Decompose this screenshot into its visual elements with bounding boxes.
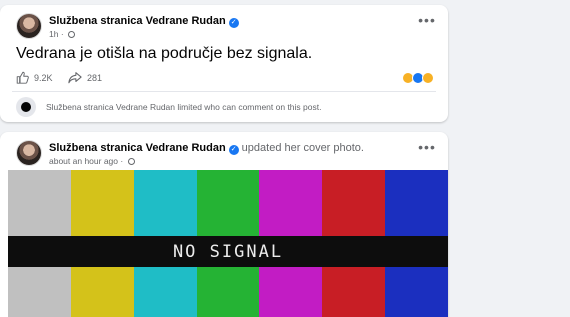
globe-icon — [127, 158, 135, 165]
post-header: Službena stranica Vedrane Rudan ✓ — [49, 15, 239, 28]
like-count-button[interactable]: 9.2K — [16, 71, 53, 84]
like-count: 9.2K — [34, 72, 53, 83]
more-options-icon[interactable]: ••• — [418, 140, 436, 156]
divider — [12, 91, 436, 92]
reaction-summary[interactable] — [402, 71, 438, 85]
verified-badge-icon: ✓ — [228, 18, 239, 28]
cover-photo[interactable]: NO SIGNAL — [8, 170, 448, 317]
avatar[interactable] — [16, 13, 42, 39]
more-options-icon[interactable]: ••• — [418, 13, 436, 29]
no-signal-text: NO SIGNAL — [172, 241, 284, 262]
post-meta: 1h · — [49, 29, 76, 39]
author-name[interactable]: Službena stranica Vedrane Rudan — [49, 142, 226, 154]
comment-limit-icon — [16, 97, 36, 117]
avatar[interactable] — [16, 140, 42, 166]
globe-icon — [68, 31, 76, 38]
post-text: Vedrana je otišla na područje bez signal… — [16, 45, 313, 62]
author-name[interactable]: Službena stranica Vedrane Rudan — [49, 15, 226, 27]
verified-badge-icon: ✓ — [228, 145, 239, 155]
limited-notice-text: Službena stranica Vedrane Rudan limited … — [46, 102, 322, 112]
no-signal-band: NO SIGNAL — [8, 236, 448, 267]
post-time[interactable]: 1h — [49, 29, 58, 39]
post-header: Službena stranica Vedrane Rudan ✓ updated … — [49, 142, 364, 155]
share-count: 281 — [87, 72, 103, 83]
post-card: Službena stranica Vedrane Rudan ✓ updated … — [0, 132, 448, 317]
post-action-text: updated her cover photo. — [241, 142, 364, 154]
care-reaction-icon — [422, 72, 434, 84]
like-icon — [16, 71, 29, 84]
share-icon — [68, 72, 82, 84]
post-meta: about an hour ago · — [49, 156, 135, 166]
share-count-button[interactable]: 281 — [68, 71, 102, 84]
post-time[interactable]: about an hour ago — [49, 156, 118, 166]
post-card: Službena stranica Vedrane Rudan ✓ 1h · ••… — [0, 5, 448, 122]
comment-limited-notice: Službena stranica Vedrane Rudan limited … — [16, 97, 321, 117]
